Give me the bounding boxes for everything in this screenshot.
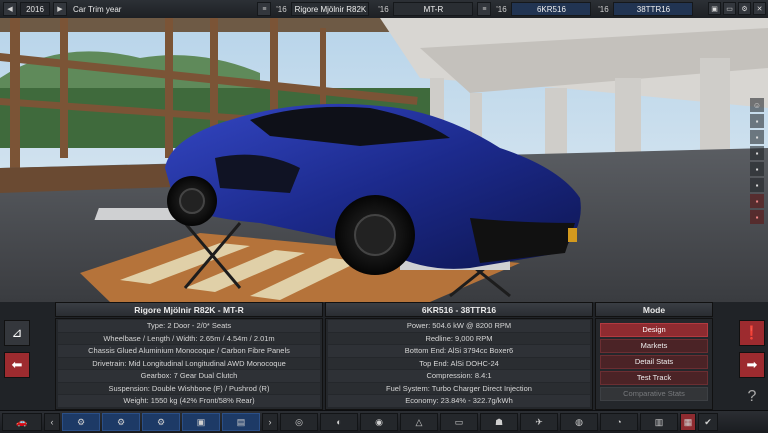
year-value[interactable]: 2016: [20, 2, 50, 16]
confirm-icon[interactable]: ✔: [698, 413, 718, 431]
engine-year: '16: [496, 4, 507, 14]
mode-comparative-stats-button: Comparative Stats: [600, 387, 708, 401]
top-bar: ◀ 2016 ▶ Car Trim year ≡ '16 Rigore Mjöl…: [0, 0, 768, 19]
spec-fuel-system: Fuel System: Turbo Charger Direct Inject…: [328, 382, 590, 394]
view-tools-strip: ☺ ▪ ▪ ▪ ▪ ▪ ▪ ▪: [750, 98, 766, 224]
close-icon[interactable]: ✕: [753, 2, 766, 15]
tool-icon-7[interactable]: ▪: [750, 194, 764, 208]
wheels-stage-icon[interactable]: ◉: [360, 413, 398, 431]
cost-stage-icon[interactable]: ▦: [680, 413, 696, 431]
spec-chassis: Chassis Glued Aluminium Monocoque / Carb…: [58, 345, 320, 357]
suspension-stage-icon[interactable]: ⚙: [102, 413, 140, 431]
spec-bottom-end: Bottom End: AlSi 3794cc Boxer6: [328, 345, 590, 357]
model-year: '16: [276, 4, 287, 14]
tool-icon-8[interactable]: ▪: [750, 210, 764, 224]
mode-markets-button[interactable]: Markets: [600, 339, 708, 353]
engine-spec-list: Power: 504.6 kW @ 8200 RPM Redline: 9,00…: [325, 318, 593, 410]
spec-power: Power: 504.6 kW @ 8200 RPM: [328, 320, 590, 332]
trim-stage-icon[interactable]: ▥: [640, 413, 678, 431]
spec-top-end: Top End: AlSi DOHC-24: [328, 357, 590, 369]
mode-design-button[interactable]: Design: [600, 323, 708, 337]
mode-header: Mode: [595, 302, 713, 317]
model-menu-icon[interactable]: ≡: [257, 2, 272, 16]
forward-arrow-button[interactable]: ➡: [739, 352, 765, 378]
design-stage-toolbar: 🚗 ‹ ⚙ ⚙ ⚙ ▣ ▤ › ◎ ◐ ◉ △ ▭ ☗ ✈ ◍ ◔ ▥ ▦ ✔: [0, 410, 768, 433]
alert-icon[interactable]: ❗: [739, 320, 765, 346]
spec-drivetrain: Drivetrain: Mid Longitudinal Longitudina…: [58, 357, 320, 369]
info-panel: ⊿ ⬅ Rigore Mjölnir R82K - MT-R Type: 2 D…: [0, 302, 768, 410]
body-stage-icon[interactable]: ▣: [182, 413, 220, 431]
spec-dimensions: Wheelbase / Length / Width: 2.65m / 4.54…: [58, 332, 320, 344]
safety-stage-icon[interactable]: ☗: [480, 413, 518, 431]
interior-stage-icon[interactable]: ▭: [440, 413, 478, 431]
spec-compression: Compression: 8.4:1: [328, 370, 590, 382]
mode-menu: Design Markets Detail Stats Test Track C…: [595, 318, 713, 410]
spec-suspension: Suspension: Double Wishbone (F) / Pushro…: [58, 382, 320, 394]
tool-icon-6[interactable]: ▪: [750, 178, 764, 192]
spec-economy: Economy: 23.84% - 322.7g/kWh: [328, 395, 590, 407]
back-arrow-button[interactable]: ⬅: [4, 352, 30, 378]
gauge-stage-icon[interactable]: ◔: [600, 413, 638, 431]
tool-icon-3[interactable]: ▪: [750, 130, 764, 144]
help-icon[interactable]: ?: [739, 384, 765, 410]
spec-type: Type: 2 Door - 2/0* Seats: [58, 320, 320, 332]
mode-test-track-button[interactable]: Test Track: [600, 371, 708, 385]
aero-stage-icon[interactable]: △: [400, 413, 438, 431]
engine-stage-icon[interactable]: ▤: [222, 413, 260, 431]
person-icon[interactable]: ☺: [750, 98, 764, 112]
year-prev-button[interactable]: ◀: [3, 2, 17, 16]
variant-name-field[interactable]: 38TTR16: [613, 2, 694, 16]
drivetrain-stage-icon[interactable]: ⚙: [142, 413, 180, 431]
graph-icon[interactable]: ⊿: [4, 320, 30, 346]
camera-icon[interactable]: ▣: [708, 2, 721, 15]
model-name-field[interactable]: Rigore Mjölnir R82K: [291, 2, 370, 16]
year-next-button[interactable]: ▶: [53, 2, 67, 16]
settings-icon[interactable]: ⚙: [738, 2, 751, 15]
trim-name-field[interactable]: MT-R: [393, 2, 474, 16]
variant-year: '16: [598, 4, 609, 14]
car-overview-icon[interactable]: 🚗: [2, 413, 42, 431]
collapse-icon[interactable]: ‹: [44, 413, 60, 431]
tyres-stage-icon[interactable]: ◍: [560, 413, 598, 431]
trim-year-label: Car Trim year: [73, 4, 122, 14]
mode-detail-stats-button[interactable]: Detail Stats: [600, 355, 708, 369]
engine-menu-icon[interactable]: ≡: [477, 2, 492, 16]
tuning-stage-icon[interactable]: ✈: [520, 413, 558, 431]
spec-redline: Redline: 9,000 RPM: [328, 332, 590, 344]
spec-gearbox: Gearbox: 7 Gear Dual Clutch: [58, 370, 320, 382]
car-spec-header: Rigore Mjölnir R82K - MT-R: [55, 302, 323, 317]
engine-name-field[interactable]: 6KR516: [511, 2, 592, 16]
tool-icon-2[interactable]: ▪: [750, 114, 764, 128]
chassis-stage-icon[interactable]: ⚙: [62, 413, 100, 431]
engine-spec-header: 6KR516 - 38TTR16: [325, 302, 593, 317]
tool-icon-5[interactable]: ▪: [750, 162, 764, 176]
minimize-icon[interactable]: ▭: [723, 2, 736, 15]
trim-year: '16: [378, 4, 389, 14]
spec-weight: Weight: 1550 kg (42% Front/58% Rear): [58, 395, 320, 407]
tool-icon-4[interactable]: ▪: [750, 146, 764, 160]
brakes-stage-icon[interactable]: ◐: [320, 413, 358, 431]
showroom-scene: [0, 18, 768, 302]
gearbox-stage-icon[interactable]: ◎: [280, 413, 318, 431]
car-spec-list: Type: 2 Door - 2/0* Seats Wheelbase / Le…: [55, 318, 323, 410]
car-viewport[interactable]: ☺ ▪ ▪ ▪ ▪ ▪ ▪ ▪: [0, 18, 768, 302]
divider-icon: ›: [262, 413, 278, 431]
